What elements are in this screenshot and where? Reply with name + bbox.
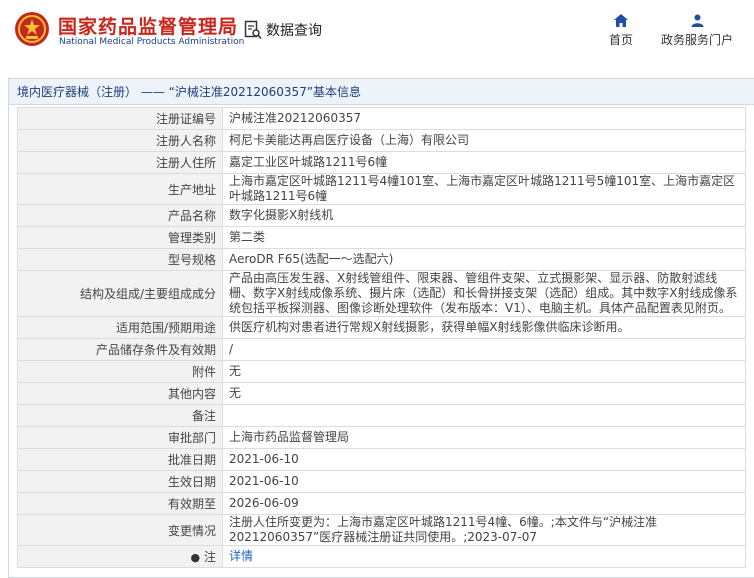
table-row: 附件 无 bbox=[17, 360, 746, 383]
row-value: 产品由高压发生器、X射线管组件、限束器、管组件支架、立式摄影架、显示器、防散射滤… bbox=[222, 270, 746, 317]
table-row: 生产地址 上海市嘉定区叶城路1211号4幢101室、上海市嘉定区叶城路1211号… bbox=[17, 173, 746, 205]
row-value: 供医疗机构对患者进行常规X射线摄影，获得单幅X射线影像供临床诊断用。 bbox=[222, 316, 746, 339]
row-label: 型号规格 bbox=[17, 248, 223, 271]
row-label: 其他内容 bbox=[17, 382, 223, 405]
row-label: 变更情况 bbox=[17, 514, 223, 546]
row-label: 生产地址 bbox=[17, 173, 223, 205]
brand-subtitle[interactable]: National Medical Products Administration bbox=[59, 37, 244, 47]
row-label: 附件 bbox=[17, 360, 223, 383]
table-row: 产品储存条件及有效期 / bbox=[17, 338, 746, 361]
site-header: 国家药品监督管理局 National Medical Products Admi… bbox=[0, 0, 754, 64]
table-row: ● 注 详情 bbox=[17, 545, 746, 568]
row-label: 适用范围/预期用途 bbox=[17, 316, 223, 339]
table-row: 结构及组成/主要组成成分 产品由高压发生器、X射线管组件、限束器、管组件支架、立… bbox=[17, 270, 746, 317]
row-label: 产品名称 bbox=[17, 204, 223, 227]
nav-home[interactable]: 首页 bbox=[604, 14, 638, 48]
row-value bbox=[222, 404, 746, 427]
row-value: 注册人住所变更为：上海市嘉定区叶城路1211号4幢、6幢。;本文件与“沪械注准2… bbox=[222, 514, 746, 546]
table-row: 适用范围/预期用途 供医疗机构对患者进行常规X射线摄影，获得单幅X射线影像供临床… bbox=[17, 316, 746, 339]
table-row: 批准日期 2021-06-10 bbox=[17, 448, 746, 471]
nav-service-label: 政务服务门户 bbox=[660, 33, 733, 47]
row-value: 无 bbox=[222, 382, 746, 405]
table-row: 注册人名称 柯尼卡美能达再启医疗设备（上海）有限公司 bbox=[17, 129, 746, 152]
row-value: 无 bbox=[222, 360, 746, 383]
home-icon bbox=[614, 14, 628, 27]
brand-title[interactable]: 国家药品监督管理局 bbox=[58, 12, 238, 39]
table-row: 型号规格 AeroDR F65(选配一～选配六) bbox=[17, 248, 746, 271]
row-value: 数字化摄影X射线机 bbox=[222, 204, 746, 227]
table-row: 管理类别 第二类 bbox=[17, 226, 746, 249]
row-label: 生效日期 bbox=[17, 470, 223, 493]
row-value: 2026-06-09 bbox=[222, 492, 746, 515]
row-label: 产品储存条件及有效期 bbox=[17, 338, 223, 361]
user-icon bbox=[691, 14, 703, 27]
row-value: 2021-06-10 bbox=[222, 448, 746, 471]
table-row: 注册人住所 嘉定工业区叶城路1211号6幢 bbox=[17, 151, 746, 174]
row-label: 注册人住所 bbox=[17, 151, 223, 174]
table-row: 注册证编号 沪械注准20212060357 bbox=[17, 107, 746, 130]
row-value: 嘉定工业区叶城路1211号6幢 bbox=[222, 151, 746, 174]
table-row: 产品名称 数字化摄影X射线机 bbox=[17, 204, 746, 227]
document-search-icon bbox=[244, 20, 262, 40]
location-pin-icon: ● bbox=[190, 551, 201, 564]
detail-table: 注册证编号 沪械注准20212060357 注册人名称 柯尼卡美能达再启医疗设备… bbox=[17, 107, 746, 568]
row-label: 备注 bbox=[17, 404, 223, 427]
row-value: 上海市药品监督管理局 bbox=[222, 426, 746, 449]
row-value-cell: 详情 bbox=[222, 545, 746, 568]
note-label-cell: ● 注 bbox=[17, 545, 223, 568]
details-link[interactable]: 详情 bbox=[229, 549, 253, 563]
row-label: 审批部门 bbox=[17, 426, 223, 449]
row-label: 注册人名称 bbox=[17, 129, 223, 152]
row-label: 结构及组成/主要组成成分 bbox=[17, 270, 223, 317]
row-value: 第二类 bbox=[222, 226, 746, 249]
row-label: 批准日期 bbox=[17, 448, 223, 471]
row-label: 注 bbox=[203, 550, 216, 564]
table-row: 变更情况 注册人住所变更为：上海市嘉定区叶城路1211号4幢、6幢。;本文件与“… bbox=[17, 514, 746, 546]
table-row: 生效日期 2021-06-10 bbox=[17, 470, 746, 493]
row-value: 上海市嘉定区叶城路1211号4幢101室、上海市嘉定区叶城路1211号5幢101… bbox=[222, 173, 746, 205]
table-row: 有效期至 2026-06-09 bbox=[17, 492, 746, 515]
data-query-label: 数据查询 bbox=[266, 23, 322, 39]
panel-title: 境内医疗器械（注册） —— “沪械注准20212060357”基本信息 bbox=[9, 79, 754, 105]
nav-home-label: 首页 bbox=[608, 33, 633, 47]
row-label: 管理类别 bbox=[17, 226, 223, 249]
row-label: 有效期至 bbox=[17, 492, 223, 515]
row-value: / bbox=[222, 338, 746, 361]
row-value: 沪械注准20212060357 bbox=[222, 107, 746, 130]
row-value: 2021-06-10 bbox=[222, 470, 746, 493]
national-emblem-icon[interactable] bbox=[14, 11, 50, 47]
table-row: 其他内容 无 bbox=[17, 382, 746, 405]
row-value: AeroDR F65(选配一～选配六) bbox=[222, 248, 746, 271]
nav-service-portal[interactable]: 政务服务门户 bbox=[658, 14, 736, 48]
table-row: 审批部门 上海市药品监督管理局 bbox=[17, 426, 746, 449]
row-label: 注册证编号 bbox=[17, 107, 223, 130]
detail-panel: 境内医疗器械（注册） —— “沪械注准20212060357”基本信息 注册证编… bbox=[8, 78, 754, 578]
data-query-link[interactable]: 数据查询 bbox=[244, 20, 322, 40]
table-row: 备注 bbox=[17, 404, 746, 427]
row-value: 柯尼卡美能达再启医疗设备（上海）有限公司 bbox=[222, 129, 746, 152]
